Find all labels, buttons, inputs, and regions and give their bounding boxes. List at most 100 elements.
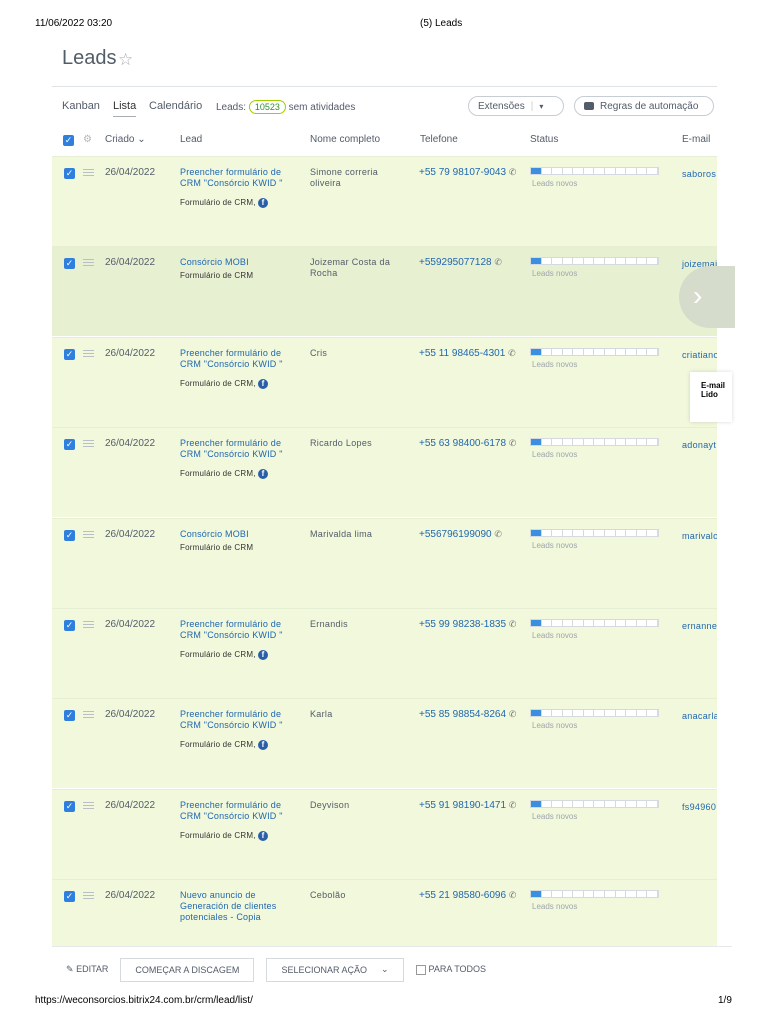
status-progress[interactable] — [530, 619, 659, 627]
status-segment[interactable] — [616, 800, 627, 807]
drag-handle-icon[interactable] — [83, 259, 94, 267]
status-segment[interactable] — [531, 800, 542, 807]
table-row[interactable]: ✓ 26/04/2022 Preencher formulário de CRM… — [52, 427, 717, 518]
phone-link[interactable]: +55 63 98400-6178 ✆ — [419, 438, 516, 449]
phone-icon[interactable]: ✆ — [509, 438, 517, 448]
start-dialing-button[interactable]: COMEÇAR A DISCAGEM — [120, 957, 255, 982]
status-segment[interactable] — [542, 710, 553, 717]
status-progress[interactable] — [530, 167, 659, 175]
phone-icon[interactable]: ✆ — [509, 619, 517, 629]
status-segment[interactable] — [584, 258, 595, 265]
drag-handle-icon[interactable] — [83, 530, 94, 538]
table-row[interactable]: ✓ 26/04/2022 Preencher formulário de CRM… — [52, 788, 717, 879]
status-segment[interactable] — [584, 800, 595, 807]
status-progress[interactable] — [530, 528, 659, 537]
table-row[interactable]: ✓ 26/04/2022 Preencher formulário de CRM… — [52, 336, 717, 427]
drag-handle-icon[interactable] — [83, 801, 94, 809]
status-segment[interactable] — [594, 529, 606, 536]
row-checkbox[interactable]: ✓ — [64, 439, 75, 451]
status-segment[interactable] — [637, 891, 648, 898]
email-link[interactable]: anacarla — [682, 711, 717, 721]
status-segment[interactable] — [594, 258, 606, 265]
status-segment[interactable] — [647, 891, 658, 898]
status-segment[interactable] — [616, 529, 627, 536]
status-segment[interactable] — [573, 891, 584, 898]
column-name[interactable]: Nome completo — [310, 134, 380, 145]
status-segment[interactable] — [594, 168, 606, 174]
status-segment[interactable] — [573, 800, 584, 807]
tab-lista[interactable]: Lista — [113, 100, 137, 117]
table-row[interactable]: ✓ 26/04/2022 Preencher formulário de CRM… — [52, 156, 717, 246]
status-segment[interactable] — [637, 529, 648, 536]
status-segment[interactable] — [626, 258, 637, 265]
status-segment[interactable] — [552, 620, 563, 626]
status-segment[interactable] — [563, 439, 574, 446]
status-segment[interactable] — [594, 348, 606, 355]
status-segment[interactable] — [552, 348, 563, 355]
status-segment[interactable] — [647, 439, 658, 446]
phone-icon[interactable]: ✆ — [509, 890, 517, 900]
status-segment[interactable] — [573, 348, 584, 355]
column-email[interactable]: E-mail — [682, 134, 710, 145]
email-link[interactable]: fs94960 — [682, 802, 716, 812]
status-segment[interactable] — [531, 439, 542, 446]
status-segment[interactable] — [573, 439, 584, 446]
status-segment[interactable] — [552, 258, 563, 265]
phone-icon[interactable]: ✆ — [494, 257, 502, 267]
table-row[interactable]: ✓ 26/04/2022 Preencher formulário de CRM… — [52, 608, 717, 698]
status-segment[interactable] — [616, 710, 627, 717]
lead-link[interactable]: Consórcio MOBI — [180, 257, 298, 268]
status-segment[interactable] — [647, 710, 658, 717]
status-segment[interactable] — [573, 710, 584, 717]
status-segment[interactable] — [542, 620, 553, 626]
drag-handle-icon[interactable] — [83, 621, 94, 628]
status-segment[interactable] — [573, 620, 584, 626]
status-segment[interactable] — [605, 258, 616, 265]
row-checkbox[interactable]: ✓ — [64, 348, 75, 360]
status-segment[interactable] — [605, 168, 616, 174]
status-progress[interactable] — [530, 438, 659, 447]
table-row[interactable]: ✓ 26/04/2022 Preencher formulário de CRM… — [52, 698, 717, 789]
row-checkbox[interactable]: ✓ — [64, 168, 75, 179]
row-checkbox[interactable]: ✓ — [64, 529, 75, 541]
status-segment[interactable] — [563, 620, 574, 626]
status-segment[interactable] — [542, 258, 553, 265]
status-segment[interactable] — [563, 800, 574, 807]
status-segment[interactable] — [573, 168, 584, 174]
row-checkbox[interactable]: ✓ — [64, 891, 75, 903]
tab-calendario[interactable]: Calendário — [149, 100, 202, 112]
status-segment[interactable] — [542, 348, 553, 355]
drag-handle-icon[interactable] — [83, 711, 94, 719]
email-link[interactable]: adonayt — [682, 440, 716, 450]
status-segment[interactable] — [573, 258, 584, 265]
status-segment[interactable] — [626, 168, 637, 174]
status-segment[interactable] — [626, 439, 637, 446]
status-segment[interactable] — [626, 891, 637, 898]
phone-link[interactable]: +55 11 98465-4301 ✆ — [419, 348, 516, 359]
phone-link[interactable]: +55 91 98190-1471 ✆ — [419, 800, 516, 811]
status-segment[interactable] — [552, 439, 563, 446]
row-checkbox[interactable]: ✓ — [64, 710, 75, 722]
status-segment[interactable] — [563, 891, 574, 898]
status-segment[interactable] — [637, 620, 648, 626]
status-segment[interactable] — [594, 800, 606, 807]
lead-link[interactable]: Preencher formulário de CRM "Consórcio K… — [180, 438, 298, 460]
status-segment[interactable] — [605, 529, 616, 536]
status-segment[interactable] — [626, 710, 637, 717]
status-segment[interactable] — [542, 891, 553, 898]
status-segment[interactable] — [542, 168, 553, 174]
status-segment[interactable] — [647, 529, 658, 536]
status-segment[interactable] — [563, 529, 574, 536]
status-progress[interactable] — [530, 257, 659, 266]
status-segment[interactable] — [637, 800, 648, 807]
lead-link[interactable]: Preencher formulário de CRM "Consórcio K… — [180, 709, 298, 731]
phone-icon[interactable]: ✆ — [509, 167, 517, 177]
drag-handle-icon[interactable] — [83, 349, 94, 357]
status-segment[interactable] — [605, 800, 616, 807]
lead-link[interactable]: Nuevo anuncio de Generación de clientes … — [180, 890, 298, 923]
column-created[interactable]: Criado ⌄ — [105, 134, 146, 145]
status-segment[interactable] — [552, 710, 563, 717]
status-segment[interactable] — [647, 348, 658, 355]
email-link[interactable]: ernanne — [682, 621, 717, 631]
phone-link[interactable]: +556796199090 ✆ — [419, 529, 502, 540]
